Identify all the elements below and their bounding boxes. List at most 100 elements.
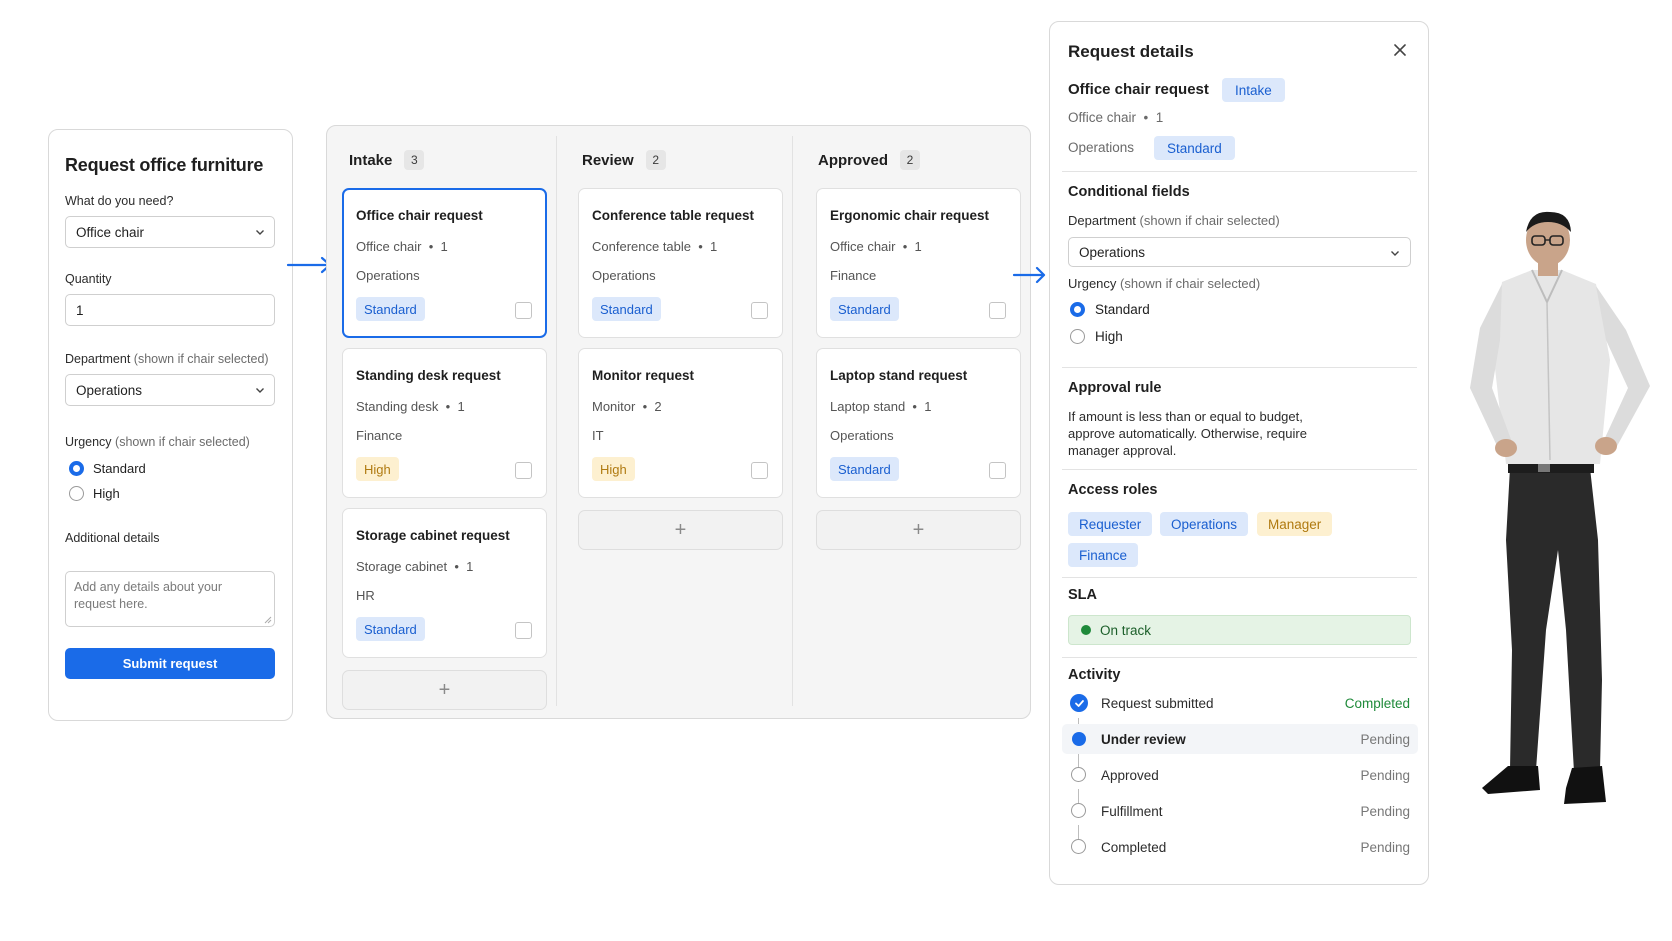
request-card[interactable]: Office chair request Office chair • 1 Op… [342,188,547,338]
department-label: Department (shown if chair selected) [65,352,269,366]
details-textarea[interactable]: Add any details about your request here. [65,571,275,627]
separator-dot: • [698,239,703,254]
card-checkbox[interactable] [751,462,768,479]
card-qty: 1 [440,239,448,254]
request-item-line: Office chair • 1 [1068,110,1163,125]
card-item-name: Standing desk [356,399,439,414]
separator-dot: • [912,399,917,414]
card-checkbox[interactable] [989,462,1006,479]
item-select[interactable]: Office chair [65,216,275,248]
separator-dot: • [902,239,908,254]
urgency-badge: High [592,457,635,481]
urgency-label: Urgency (shown if chair selected) [65,435,250,449]
conditional-fields-heading: Conditional fields [1068,184,1190,200]
add-card-button[interactable]: + [578,510,783,550]
role-badge: Finance [1068,543,1139,567]
status-dot-icon [1081,625,1091,635]
approval-rule-text: If amount is less than or equal to budge… [1068,409,1307,458]
submit-request-button[interactable]: Submit request [65,648,275,679]
card-department: IT [592,428,604,443]
close-icon[interactable] [1392,42,1408,58]
radio-empty-icon [1070,329,1085,344]
request-card[interactable]: Standing desk request Standing desk • 1 … [342,348,547,498]
urgency-radio-standard[interactable]: Standard [69,461,146,476]
department-select[interactable]: Operations [65,374,275,406]
card-checkbox[interactable] [515,462,532,479]
card-item: Office chair • 1 [830,239,922,254]
urgency-badge: Standard [830,297,899,321]
urgency-radio-standard[interactable]: Standard [1070,302,1150,317]
separator-dot: • [445,399,451,414]
quantity-label: Quantity [65,272,112,286]
card-qty: 1 [914,239,922,254]
request-item: Office chair [1068,110,1137,125]
urgency-option-label: Standard [93,461,146,476]
plus-icon: + [912,518,925,541]
request-card[interactable]: Conference table request Conference tabl… [578,188,783,338]
card-qty: 1 [466,559,474,574]
add-card-button[interactable]: + [816,510,1021,550]
card-title: Standing desk request [356,368,501,383]
activity-label: Completed [1101,839,1167,855]
request-qty: 1 [1155,110,1164,125]
urgency-radio-high[interactable]: High [69,486,120,501]
card-department: Operations [592,268,656,283]
card-checkbox[interactable] [751,302,768,319]
form-title: Request office furniture [65,155,264,175]
stage-badge: Intake [1222,78,1285,102]
divider [1062,657,1417,658]
card-item: Monitor • 2 [592,399,662,414]
request-card[interactable]: Storage cabinet request Storage cabinet … [342,508,547,658]
activity-row: Completed Pending [1062,832,1418,862]
urgency-label-text: Urgency [1068,276,1117,291]
department-select[interactable]: Operations [1068,237,1411,267]
divider [1062,171,1417,172]
urgency-badge: Standard [1154,136,1235,160]
urgency-hint: (shown if chair selected) [115,435,250,449]
activity-status: Pending [1360,803,1410,819]
add-card-button[interactable]: + [342,670,547,710]
chevron-down-icon [1391,251,1399,256]
column-divider [556,136,557,706]
resize-grip-icon[interactable] [264,616,272,624]
column-header-review: Review 2 [582,150,666,170]
arrow-right-icon [1012,266,1046,284]
urgency-badge: Standard [830,457,899,481]
urgency-badge: Standard [356,297,425,321]
department-select-value: Operations [76,382,143,398]
request-card[interactable]: Laptop stand request Laptop stand • 1 Op… [816,348,1021,498]
card-item-name: Storage cabinet [356,559,448,574]
urgency-label: Urgency (shown if chair selected) [1068,276,1260,291]
department-label-text: Department [65,352,131,366]
pending-step-icon [1071,767,1086,782]
card-checkbox[interactable] [989,302,1006,319]
divider [1062,577,1417,578]
details-placeholder: Add any details about your request here. [74,580,223,611]
request-card[interactable]: Monitor request Monitor • 2 IT High [578,348,783,498]
activity-status: Completed [1344,695,1410,711]
radio-empty-icon [69,486,84,501]
activity-label: Fulfillment [1101,803,1163,819]
quantity-input[interactable]: 1 [65,294,275,326]
need-label: What do you need? [65,194,174,208]
card-item-name: Monitor [592,399,636,414]
role-badge: Requester [1068,512,1153,536]
card-qty: 1 [457,399,465,414]
radio-selected-icon [69,461,84,476]
request-card[interactable]: Ergonomic chair request Office chair • 1… [816,188,1021,338]
separator-dot: • [1143,110,1149,125]
request-form: Request office furniture What do you nee… [48,129,293,721]
card-checkbox[interactable] [515,622,532,639]
plus-icon: + [438,678,451,701]
radio-selected-icon [1070,302,1085,317]
card-checkbox[interactable] [515,302,532,319]
department-hint: (shown if chair selected) [1139,213,1280,228]
urgency-option-label: Standard [1095,302,1150,317]
urgency-badge: Standard [356,617,425,641]
card-item: Standing desk • 1 [356,399,465,414]
separator-dot: • [642,399,648,414]
card-item-name: Conference table [592,239,692,254]
urgency-radio-high[interactable]: High [1070,329,1123,344]
column-title: Approved [818,151,889,169]
column-count: 2 [900,150,921,170]
